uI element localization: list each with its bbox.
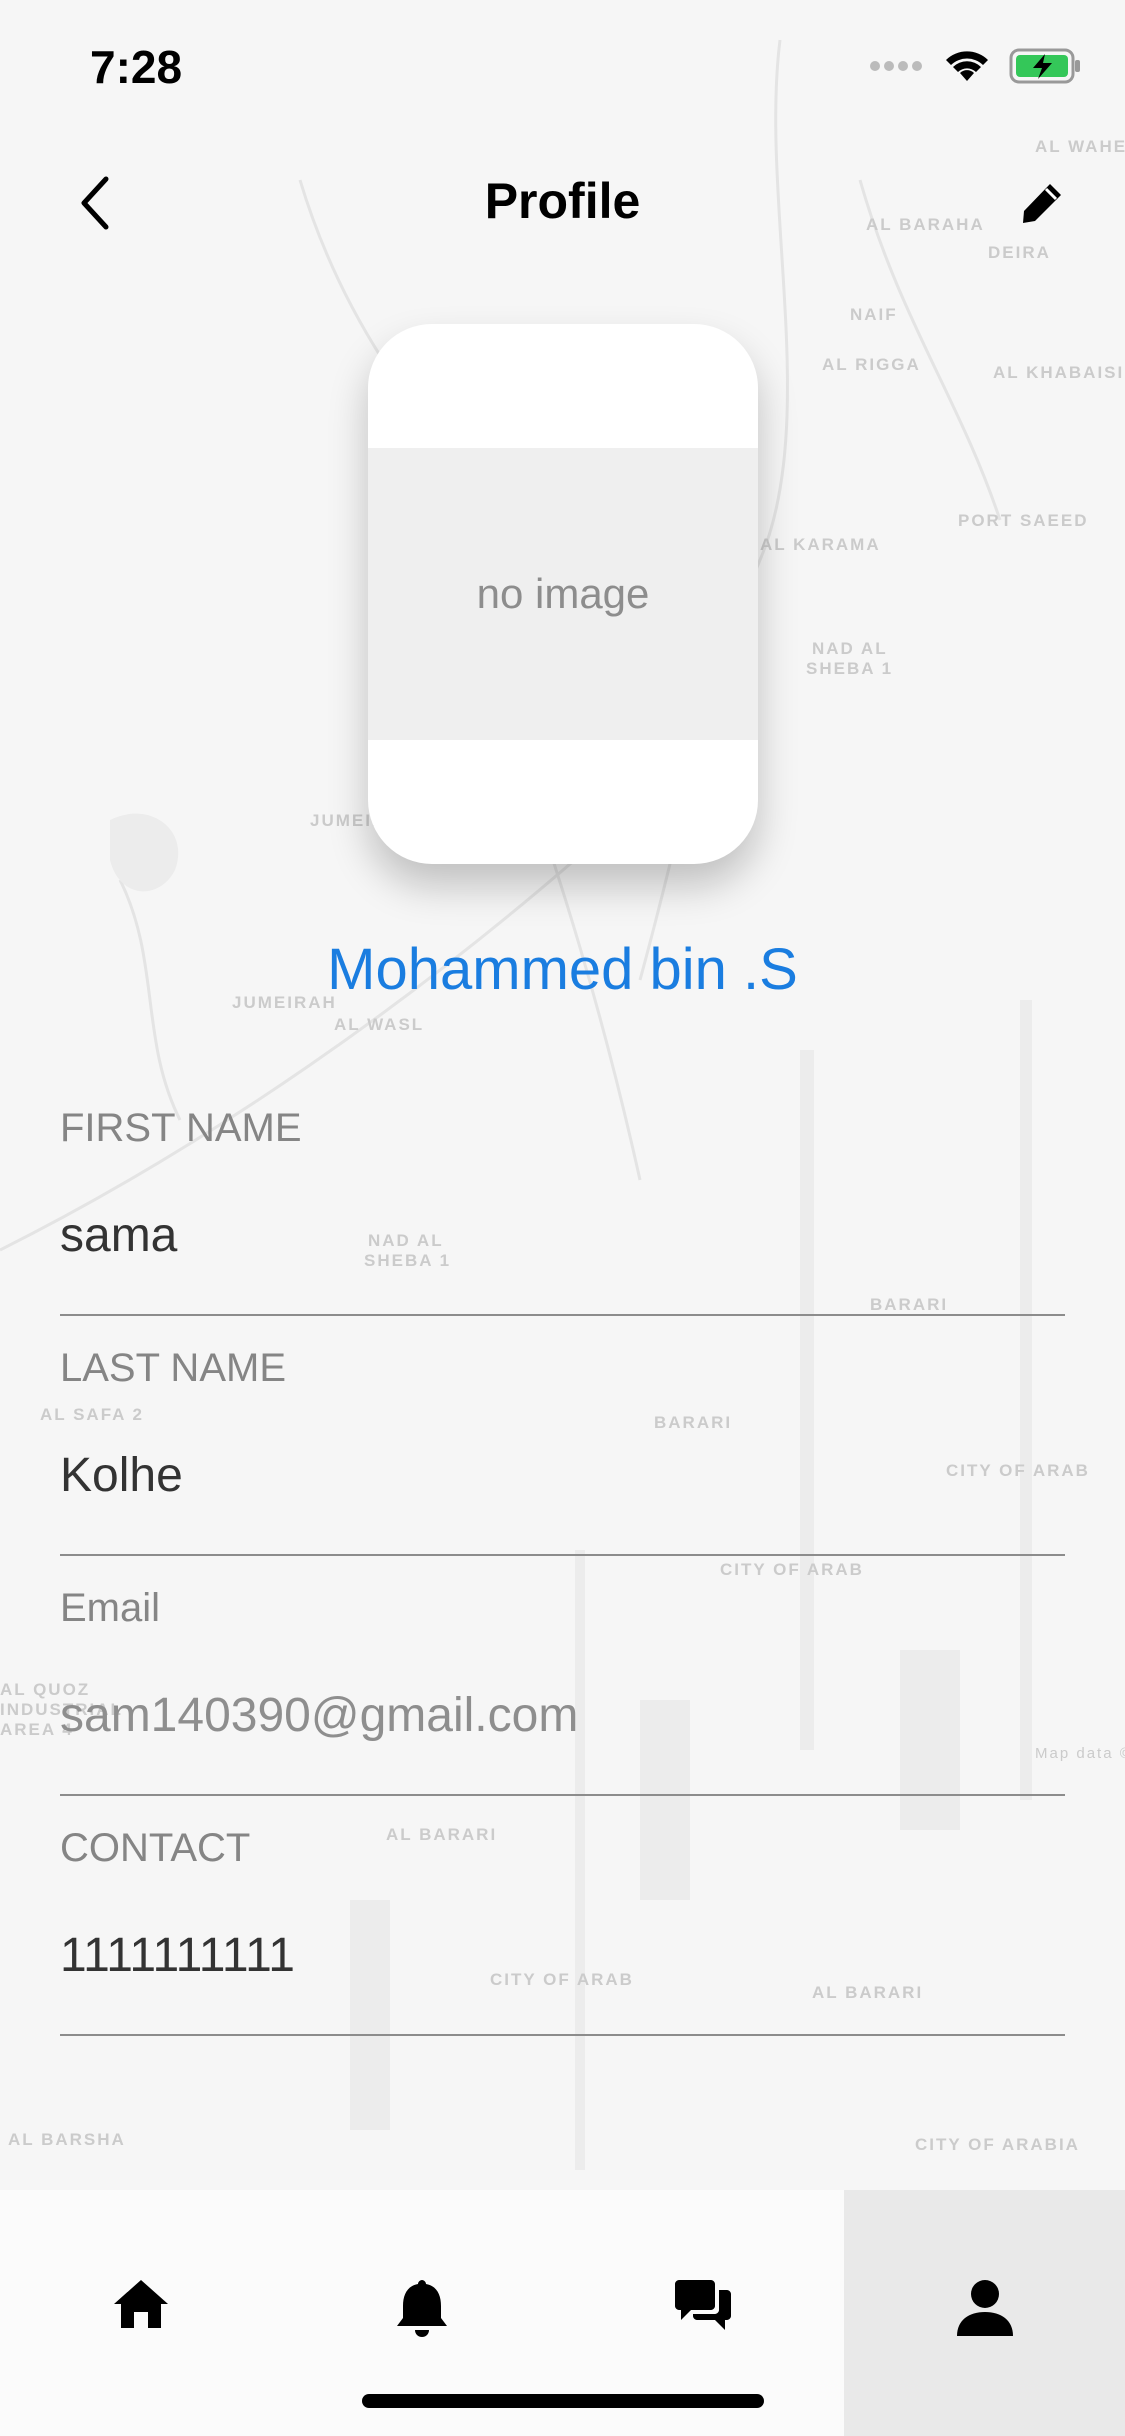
last-name-value[interactable]: Kolhe — [60, 1448, 183, 1503]
svg-text:AL RIGGA: AL RIGGA — [822, 355, 921, 374]
bell-icon — [396, 2280, 447, 2337]
svg-text:SHEBA 1: SHEBA 1 — [806, 659, 893, 678]
field-divider — [60, 1314, 1065, 1316]
first-name-label: FIRST NAME — [60, 1106, 302, 1150]
status-bar: 7:28 — [0, 0, 1125, 132]
profile-display-name: Mohammed bin .S — [327, 937, 798, 1002]
svg-text:CITY OF ARABIA: CITY OF ARABIA — [915, 2135, 1080, 2154]
status-time: 7:28 — [90, 41, 183, 93]
svg-text:AL KARAMA: AL KARAMA — [760, 535, 881, 554]
svg-text:NAD AL: NAD AL — [812, 639, 888, 658]
home-icon — [113, 2280, 168, 2328]
contact-value[interactable]: 1111111111 — [60, 1928, 295, 1983]
page-title: Profile — [484, 173, 641, 229]
header: Profile — [0, 150, 1125, 250]
status-icons — [869, 48, 1083, 84]
svg-text:AL BARSHA: AL BARSHA — [8, 2130, 126, 2149]
svg-text:CITY OF ARAB: CITY OF ARAB — [720, 1560, 864, 1579]
battery-charging-icon — [1009, 48, 1080, 84]
tab-home[interactable] — [0, 2190, 281, 2436]
edit-profile-button[interactable] — [1007, 168, 1077, 238]
avatar-placeholder: no image — [368, 448, 758, 740]
pencil-icon — [1023, 184, 1061, 223]
svg-text:PORT SAEED: PORT SAEED — [958, 511, 1089, 530]
field-divider — [60, 1554, 1065, 1556]
chat-icon — [674, 2280, 731, 2330]
field-divider — [60, 2034, 1065, 2036]
email-label: Email — [60, 1586, 161, 1630]
last-name-field[interactable]: LAST NAME Kolhe — [60, 1346, 1065, 1556]
profile-screen: AL WAHED AL BARAHA DEIRA NAIF AL RIGGA A… — [0, 0, 1125, 2436]
cellular-signal-icon — [870, 61, 922, 71]
first-name-value[interactable]: sama — [60, 1208, 177, 1263]
first-name-field[interactable]: FIRST NAME sama — [60, 1106, 1065, 1316]
field-divider — [60, 1794, 1065, 1796]
svg-text:AL KHABAISI: AL KHABAISI — [993, 363, 1124, 382]
email-field[interactable]: Email sam140390@gmail.com — [60, 1586, 1065, 1796]
home-indicator — [362, 2394, 764, 2408]
contact-label: CONTACT — [60, 1826, 251, 1870]
user-icon — [956, 2280, 1013, 2336]
last-name-label: LAST NAME — [60, 1346, 286, 1390]
contact-field[interactable]: CONTACT 1111111111 — [60, 1826, 1065, 2036]
svg-text:NAIF: NAIF — [850, 305, 898, 324]
wifi-icon — [946, 51, 988, 81]
svg-text:AL WASL: AL WASL — [334, 1015, 424, 1034]
tab-profile[interactable] — [844, 2190, 1125, 2436]
avatar[interactable]: no image — [368, 324, 758, 864]
email-value[interactable]: sam140390@gmail.com — [60, 1688, 578, 1743]
